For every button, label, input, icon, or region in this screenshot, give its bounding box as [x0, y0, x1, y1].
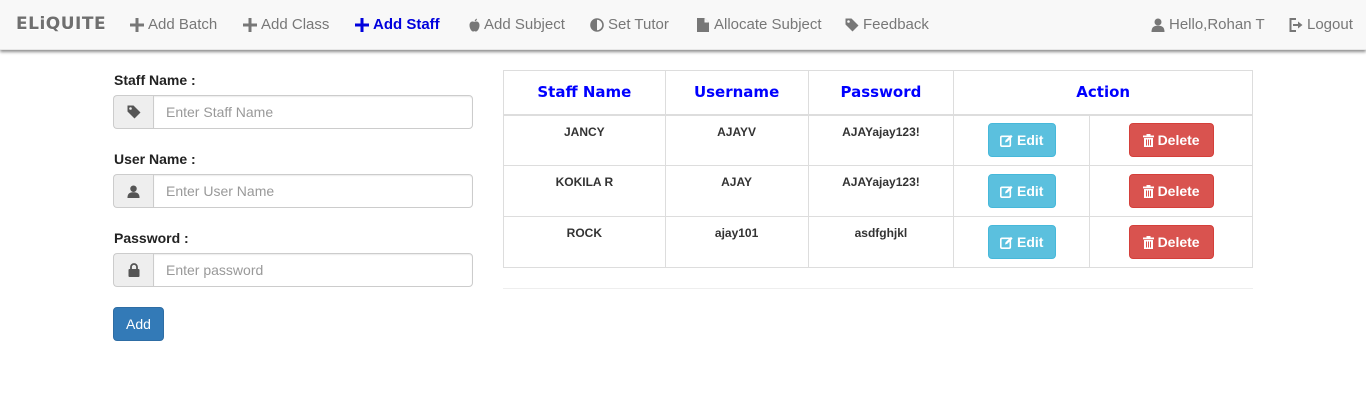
nav-add-class[interactable]: Add Class — [243, 16, 329, 33]
cell-staff-name: KOKILA R — [503, 165, 666, 217]
cell-username: AJAYV — [664, 114, 809, 166]
delete-label: Delete — [1157, 183, 1200, 199]
nav-add-class-label: Add Class — [261, 16, 330, 33]
nav-user-greeting[interactable]: Hello,Rohan T — [1151, 16, 1265, 33]
password-group — [113, 253, 473, 287]
cell-delete: Delete — [1089, 165, 1253, 217]
file-icon — [697, 17, 709, 32]
header-username: Username — [664, 70, 809, 116]
cell-edit: Edit — [953, 165, 1091, 217]
plus-icon — [243, 17, 257, 32]
user-name-label: User Name : — [114, 151, 196, 167]
trash-icon — [1142, 235, 1154, 249]
top-navbar: ELiQUITE Add Batch Add Class Add Staff A… — [0, 0, 1366, 50]
table-row: KOKILA R AJAY AJAYajay123! Edit Delete — [503, 165, 1253, 217]
edit-icon — [1000, 134, 1013, 147]
nav-add-batch[interactable]: Add Batch — [130, 16, 217, 33]
password-input[interactable] — [153, 253, 473, 287]
nav-allocate-subject[interactable]: Allocate Subject — [697, 16, 822, 33]
cell-password: AJAYajay123! — [807, 114, 955, 166]
trash-icon — [1142, 133, 1154, 147]
edit-button[interactable]: Edit — [987, 174, 1056, 208]
cell-username: AJAY — [664, 165, 809, 217]
nav-set-tutor[interactable]: Set Tutor — [590, 16, 669, 33]
cell-staff-name: ROCK — [503, 216, 666, 268]
apple-icon — [469, 18, 480, 32]
user-name-group — [113, 174, 473, 208]
divider — [503, 288, 1253, 289]
header-action: Action — [953, 70, 1253, 116]
nav-add-subject[interactable]: Add Subject — [469, 16, 565, 33]
delete-label: Delete — [1157, 234, 1200, 250]
edit-label: Edit — [1017, 234, 1044, 250]
delete-label: Delete — [1157, 132, 1200, 149]
add-button[interactable]: Add — [113, 307, 164, 341]
nav-allocate-subject-label: Allocate Subject — [714, 16, 822, 33]
edit-button[interactable]: Edit — [987, 225, 1056, 259]
tag-icon — [845, 18, 859, 32]
edit-label: Edit — [1017, 132, 1044, 149]
header-password: Password — [807, 70, 955, 116]
plus-icon — [355, 17, 369, 32]
staff-table: Staff Name Username Password Action JANC… — [503, 70, 1253, 268]
brand-logo[interactable]: ELiQUITE — [16, 14, 106, 34]
user-name-input[interactable] — [153, 174, 473, 208]
cell-delete: Delete — [1089, 114, 1253, 166]
cell-edit: Edit — [953, 216, 1091, 268]
lock-icon — [113, 253, 153, 287]
nav-user-greeting-label: Hello,Rohan T — [1169, 16, 1265, 33]
nav-logout[interactable]: Logout — [1289, 16, 1353, 33]
user-icon — [113, 174, 153, 208]
nav-feedback-label: Feedback — [863, 16, 929, 33]
cell-password: asdfghjkl — [807, 216, 955, 268]
nav-logout-label: Logout — [1307, 16, 1353, 33]
staff-name-label: Staff Name : — [114, 72, 196, 88]
trash-icon — [1142, 184, 1154, 198]
edit-label: Edit — [1017, 183, 1044, 199]
cell-edit: Edit — [953, 114, 1091, 166]
adjust-icon — [590, 17, 604, 32]
delete-button[interactable]: Delete — [1128, 123, 1214, 158]
user-icon — [1151, 18, 1165, 32]
nav-feedback[interactable]: Feedback — [845, 16, 929, 33]
nav-add-subject-label: Add Subject — [484, 16, 565, 33]
logout-icon — [1289, 17, 1303, 32]
table-header-row: Staff Name Username Password Action — [503, 70, 1253, 116]
header-staff-name: Staff Name — [503, 70, 666, 116]
cell-staff-name: JANCY — [503, 114, 666, 166]
delete-button[interactable]: Delete — [1128, 174, 1214, 208]
cell-password: AJAYajay123! — [807, 165, 955, 217]
edit-icon — [1000, 185, 1013, 198]
staff-name-input[interactable] — [153, 95, 473, 129]
table-row: ROCK ajay101 asdfghjkl Edit Delete — [503, 216, 1253, 268]
delete-button[interactable]: Delete — [1128, 225, 1214, 259]
nav-add-batch-label: Add Batch — [148, 16, 218, 33]
tag-icon — [113, 95, 153, 129]
nav-set-tutor-label: Set Tutor — [608, 16, 669, 33]
edit-button[interactable]: Edit — [987, 123, 1056, 158]
cell-username: ajay101 — [664, 216, 809, 268]
nav-add-staff[interactable]: Add Staff — [355, 16, 440, 33]
nav-add-staff-label: Add Staff — [373, 16, 440, 33]
staff-name-group — [113, 95, 473, 129]
cell-delete: Delete — [1089, 216, 1253, 268]
table-row: JANCY AJAYV AJAYajay123! Edit Delete — [503, 114, 1253, 166]
edit-icon — [1000, 236, 1013, 249]
password-label: Password : — [114, 230, 189, 246]
plus-icon — [130, 17, 144, 32]
